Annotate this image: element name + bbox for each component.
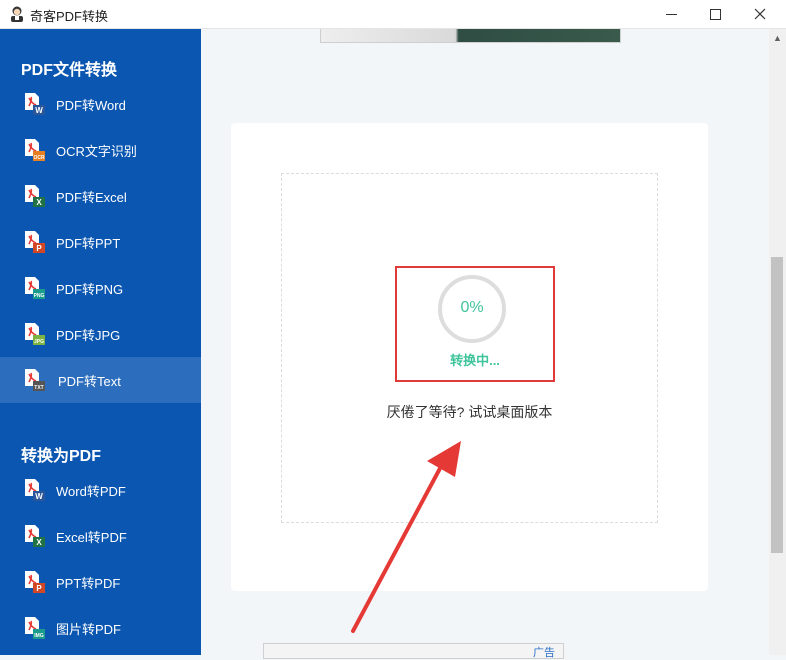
close-button[interactable] [737,0,783,28]
sidebar-item-label: OCR文字识别 [56,144,137,159]
sidebar-item-label: PDF转JPG [56,328,121,343]
sidebar-item-label: 图片转PDF [56,622,122,637]
minimize-button[interactable] [648,0,694,28]
sidebar-item-excel-to-pdf[interactable]: X Excel转PDF [0,513,201,559]
svg-text:P: P [36,584,42,593]
red-arrow-annotation [351,441,461,633]
progress-percent: 0% [460,299,484,316]
pdf-to-jpg-icon: JPG [25,323,45,345]
pdf-to-ppt-icon: P [25,231,45,253]
sidebar-item-label: Excel转PDF [56,530,127,545]
svg-text:IMG: IMG [34,633,44,639]
svg-text:X: X [36,198,42,207]
pdf-to-text-icon: TXT [25,369,45,391]
sidebar-item-word-to-pdf[interactable]: W Word转PDF [0,467,201,513]
sidebar-item-label: PPT转PDF [56,576,121,591]
scroll-up-arrow-icon[interactable]: ▲ [773,33,782,43]
sidebar: PDF文件转换 W PDF转Word OCR OCR文字识别 X PDF转Excel P PD… [0,29,201,655]
svg-text:JPG: JPG [34,339,44,345]
svg-text:TXT: TXT [34,385,43,391]
bottom-ad-banner[interactable]: 广告 [263,643,564,659]
svg-text:OCR: OCR [33,155,45,161]
word-to-pdf-icon: W [25,479,45,501]
sidebar-item-pdf-to-ppt[interactable]: P PDF转PPT [0,219,201,265]
sidebar-item-ppt-to-pdf[interactable]: P PPT转PDF [0,559,201,605]
top-ad-banner[interactable] [320,29,621,43]
close-icon [754,8,766,20]
vertical-scrollbar[interactable]: ▲ [769,29,786,655]
sidebar-item-pdf-to-excel[interactable]: X PDF转Excel [0,173,201,219]
sidebar-item-label: PDF转Word [56,98,126,113]
svg-text:PNG: PNG [34,293,45,299]
sidebar-item-pdf-to-word[interactable]: W PDF转Word [0,81,201,127]
app-logo-icon [11,6,23,22]
sidebar-item-label: Word转PDF [56,484,126,499]
sidebar-item-image-to-pdf[interactable]: IMG 图片转PDF [0,605,201,651]
pdf-to-excel-icon: X [25,185,45,207]
svg-text:W: W [35,492,43,501]
sidebar-item-ocr[interactable]: OCR OCR文字识别 [0,127,201,173]
section-title-pdf-convert: PDF文件转换 [21,62,118,79]
minimize-icon [665,13,677,15]
sidebar-item-label: PDF转Excel [56,190,127,205]
sidebar-item-pdf-to-png[interactable]: PNG PDF转PNG [0,265,201,311]
ad-label: 广告 [533,647,555,659]
maximize-button[interactable] [692,0,738,28]
title-bar: 奇客PDF转换 [0,0,786,29]
sidebar-item-pdf-to-text[interactable]: TXT PDF转Text [0,357,201,403]
svg-text:W: W [35,106,43,115]
progress-highlight-box: 0% 转换中... [395,266,555,382]
window-title: 奇客PDF转换 [30,9,109,24]
desktop-version-hint[interactable]: 厌倦了等待? 试试桌面版本 [282,402,657,422]
svg-text:X: X [36,538,42,547]
pdf-to-png-icon: PNG [25,277,45,299]
sidebar-item-label: PDF转Text [58,374,121,389]
excel-to-pdf-icon: X [25,525,45,547]
image-to-pdf-icon: IMG [25,617,45,639]
pdf-to-word-icon: W [25,93,45,115]
conversion-status: 转换中... [450,353,500,368]
ppt-to-pdf-icon: P [25,571,45,593]
sidebar-item-label: PDF转PNG [56,282,124,297]
sidebar-item-label: PDF转PPT [56,236,121,251]
maximize-icon [709,8,721,20]
ocr-icon: OCR [25,139,45,161]
main-content: 0% 转换中... 厌倦了等待? 试试桌面版本 广告 [201,29,769,659]
section-title-to-pdf: 转换为PDF [21,448,102,465]
scroll-thumb[interactable] [771,257,783,553]
sidebar-item-pdf-to-jpg[interactable]: JPG PDF转JPG [0,311,201,357]
svg-text:P: P [36,244,42,253]
